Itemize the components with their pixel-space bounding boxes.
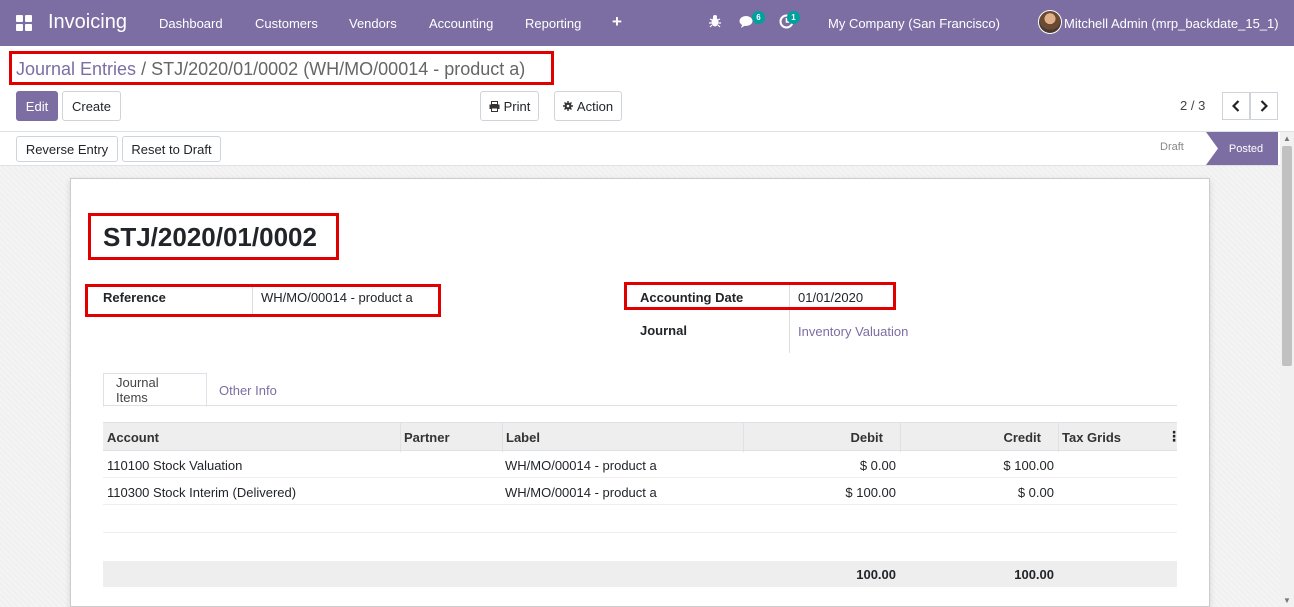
column-separator	[502, 423, 503, 452]
scroll-down-icon[interactable]: ▼	[1283, 596, 1291, 605]
reset-to-draft-button[interactable]: Reset to Draft	[122, 136, 221, 162]
breadcrumb-journal-entries[interactable]: Journal Entries	[16, 59, 136, 79]
control-panel: Journal Entries / STJ/2020/01/0002 (WH/M…	[0, 46, 1294, 132]
column-tax-grids[interactable]: Tax Grids	[1062, 430, 1121, 445]
scrollbar[interactable]: ▲ ▼	[1280, 132, 1294, 607]
plus-icon[interactable]: +	[612, 12, 622, 32]
tab-divider	[103, 405, 1177, 406]
journal-entry-name: STJ/2020/01/0002	[103, 222, 317, 252]
menu-dashboard[interactable]: Dashboard	[159, 16, 223, 31]
status-posted[interactable]: Posted	[1206, 132, 1278, 165]
row-account: 110300 Stock Interim (Delivered)	[107, 485, 297, 500]
accounting-date-label: Accounting Date	[640, 290, 744, 305]
apps-menu-icon[interactable]	[16, 15, 32, 31]
journal-value[interactable]: Inventory Valuation	[798, 324, 908, 339]
activity-badge: 1	[787, 11, 800, 24]
printer-icon	[489, 100, 500, 112]
reverse-entry-button[interactable]: Reverse Entry	[16, 136, 118, 162]
column-separator	[400, 423, 401, 452]
pager-value[interactable]: 2 / 3	[1180, 98, 1205, 113]
row-label: WH/MO/00014 - product a	[505, 485, 657, 500]
edit-button[interactable]: Edit	[16, 91, 58, 121]
menu-customers[interactable]: Customers	[255, 16, 318, 31]
create-button[interactable]: Create	[62, 91, 121, 121]
breadcrumb-separator: /	[136, 59, 152, 79]
scroll-thumb[interactable]	[1282, 146, 1292, 366]
total-debit: 100.00	[856, 567, 896, 582]
pager-previous-button[interactable]	[1222, 92, 1250, 120]
table-row[interactable]: 110300 Stock Interim (Delivered) WH/MO/0…	[103, 478, 1177, 505]
column-separator	[1058, 423, 1059, 452]
column-account[interactable]: Account	[107, 430, 159, 445]
chevron-right-icon	[1260, 100, 1268, 112]
status-draft[interactable]: Draft	[1160, 141, 1184, 153]
print-label: Print	[503, 98, 531, 114]
column-debit[interactable]: Debit	[851, 430, 884, 445]
chevron-left-icon	[1232, 100, 1240, 112]
accounting-date-value: 01/01/2020	[798, 290, 864, 305]
chat-badge: 6	[752, 11, 765, 24]
menu-reporting[interactable]: Reporting	[525, 16, 581, 31]
table-row[interactable]: 110100 Stock Valuation WH/MO/00014 - pro…	[103, 451, 1177, 478]
reference-label: Reference	[103, 290, 166, 305]
company-switcher[interactable]: My Company (San Francisco)	[828, 16, 1000, 31]
status-bar: Reverse Entry Reset to Draft Draft Poste…	[0, 132, 1294, 166]
menu-vendors[interactable]: Vendors	[349, 16, 397, 31]
menu-accounting[interactable]: Accounting	[429, 16, 493, 31]
action-button[interactable]: Action	[554, 91, 622, 121]
tab-other-info[interactable]: Other Info	[207, 373, 289, 407]
breadcrumb-current: STJ/2020/01/0002 (WH/MO/00014 - product …	[151, 59, 526, 79]
row-debit: $ 100.00	[845, 485, 896, 500]
bug-icon[interactable]	[708, 14, 722, 31]
table-row-empty	[103, 506, 1177, 533]
gear-icon	[562, 101, 573, 111]
date-journal-separator	[789, 285, 790, 353]
journal-label: Journal	[640, 323, 687, 338]
reference-value: WH/MO/00014 - product a	[261, 290, 413, 305]
user-avatar[interactable]	[1038, 10, 1062, 34]
row-credit: $ 0.00	[1017, 485, 1054, 500]
user-menu[interactable]: Mitchell Admin (mrp_backdate_15_1)	[1064, 16, 1279, 31]
column-separator	[743, 423, 744, 452]
action-label: Action	[576, 98, 614, 114]
total-credit: 100.00	[1014, 567, 1054, 582]
print-button[interactable]: Print	[480, 91, 539, 121]
top-navbar: Invoicing Dashboard Customers Vendors Ac…	[0, 0, 1294, 46]
row-account: 110100 Stock Valuation	[107, 458, 243, 473]
reference-separator	[252, 285, 253, 317]
row-label: WH/MO/00014 - product a	[505, 458, 657, 473]
breadcrumb: Journal Entries / STJ/2020/01/0002 (WH/M…	[16, 59, 525, 80]
table-header: Account Partner Label Debit Credit Tax G…	[103, 422, 1181, 452]
column-credit[interactable]: Credit	[1003, 430, 1041, 445]
row-debit: $ 0.00	[859, 458, 896, 473]
table-footer: 100.00 100.00	[103, 561, 1177, 587]
app-name[interactable]: Invoicing	[48, 11, 127, 34]
row-credit: $ 100.00	[1003, 458, 1054, 473]
tab-journal-items[interactable]: Journal Items	[103, 373, 207, 407]
pager-next-button[interactable]	[1250, 92, 1278, 120]
column-partner[interactable]: Partner	[404, 430, 450, 445]
scroll-up-icon[interactable]: ▲	[1283, 134, 1291, 143]
column-label[interactable]: Label	[506, 430, 540, 445]
optional-columns-icon[interactable]: ⋮	[1167, 429, 1181, 443]
column-separator	[900, 423, 901, 452]
